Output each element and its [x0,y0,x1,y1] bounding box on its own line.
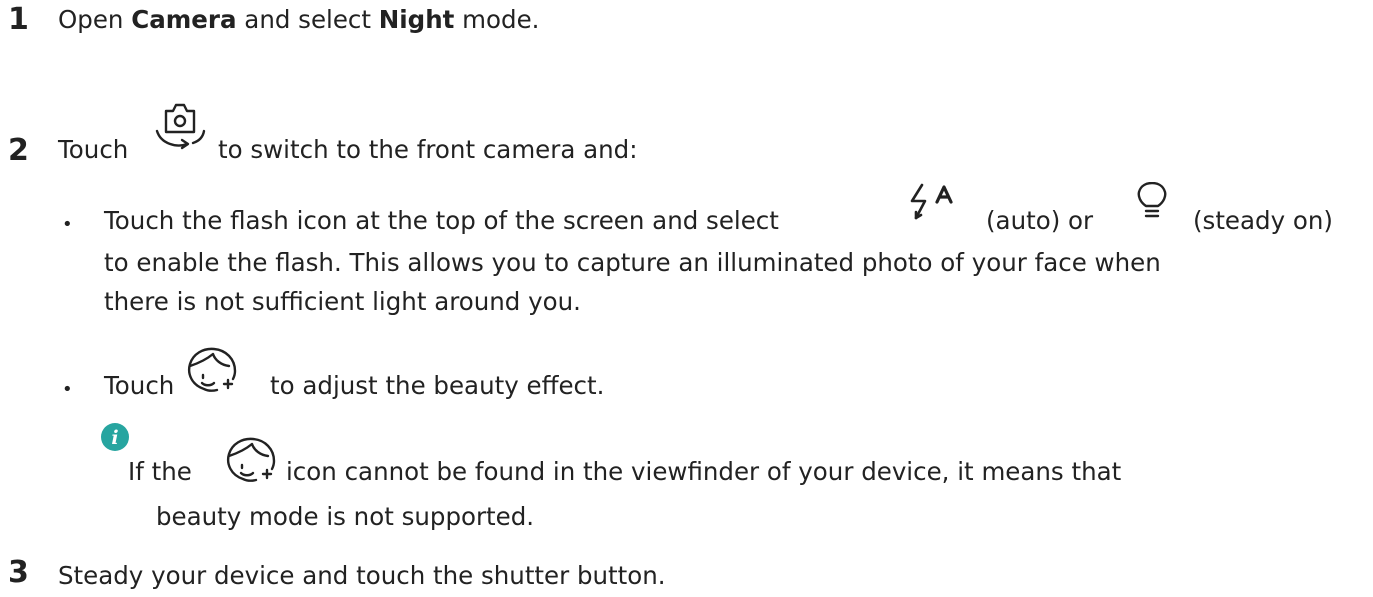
bullet-1-auto-text: (auto) or [986,206,1094,235]
step-1-text-after: mode. [454,5,540,34]
beauty-icon [181,346,245,402]
bullet-1-line-1-text: Touch the flash icon at the top of the s… [104,206,779,235]
step-2-text-after: to switch to the front camera and: [218,135,638,164]
note-text-after: icon cannot be found in the viewfinder o… [286,457,1122,486]
bullet-1-line-2: to enable the flash. This allows you to … [104,248,1161,277]
bullet-1-steady-text: (steady on) [1193,206,1333,235]
beauty-icon [220,436,284,492]
step-number-3: 3 [8,555,29,590]
bullet-2-text-after: to adjust the beauty effect. [270,371,605,400]
svg-text:i: i [111,427,118,449]
step-3-text: Steady your device and touch the shutter… [58,561,666,590]
bullet-2-text-before: Touch [104,371,175,400]
step-number-2: 2 [8,133,29,168]
night-mode-name: Night [378,5,455,34]
bullet-1-line-3: there is not sufficient light around you… [104,287,581,316]
info-icon: i [98,420,132,454]
note-line-2: beauty mode is not supported. [156,502,535,531]
bullet-marker-1: • [62,214,73,235]
step-1-text-before: Open [58,5,132,34]
note-text-before: If the [128,457,192,486]
flash-auto-icon [904,182,980,238]
step-1-text-middle: and select [236,5,379,34]
switch-camera-icon [147,100,213,156]
flash-steady-icon [1130,182,1180,238]
camera-app-name: Camera [131,5,237,34]
bullet-marker-2: • [62,379,73,400]
step-1-text: Open Camera and select Night mode. [58,5,540,34]
step-2-text-before: Touch [58,135,129,164]
step-number-1: 1 [8,2,29,37]
